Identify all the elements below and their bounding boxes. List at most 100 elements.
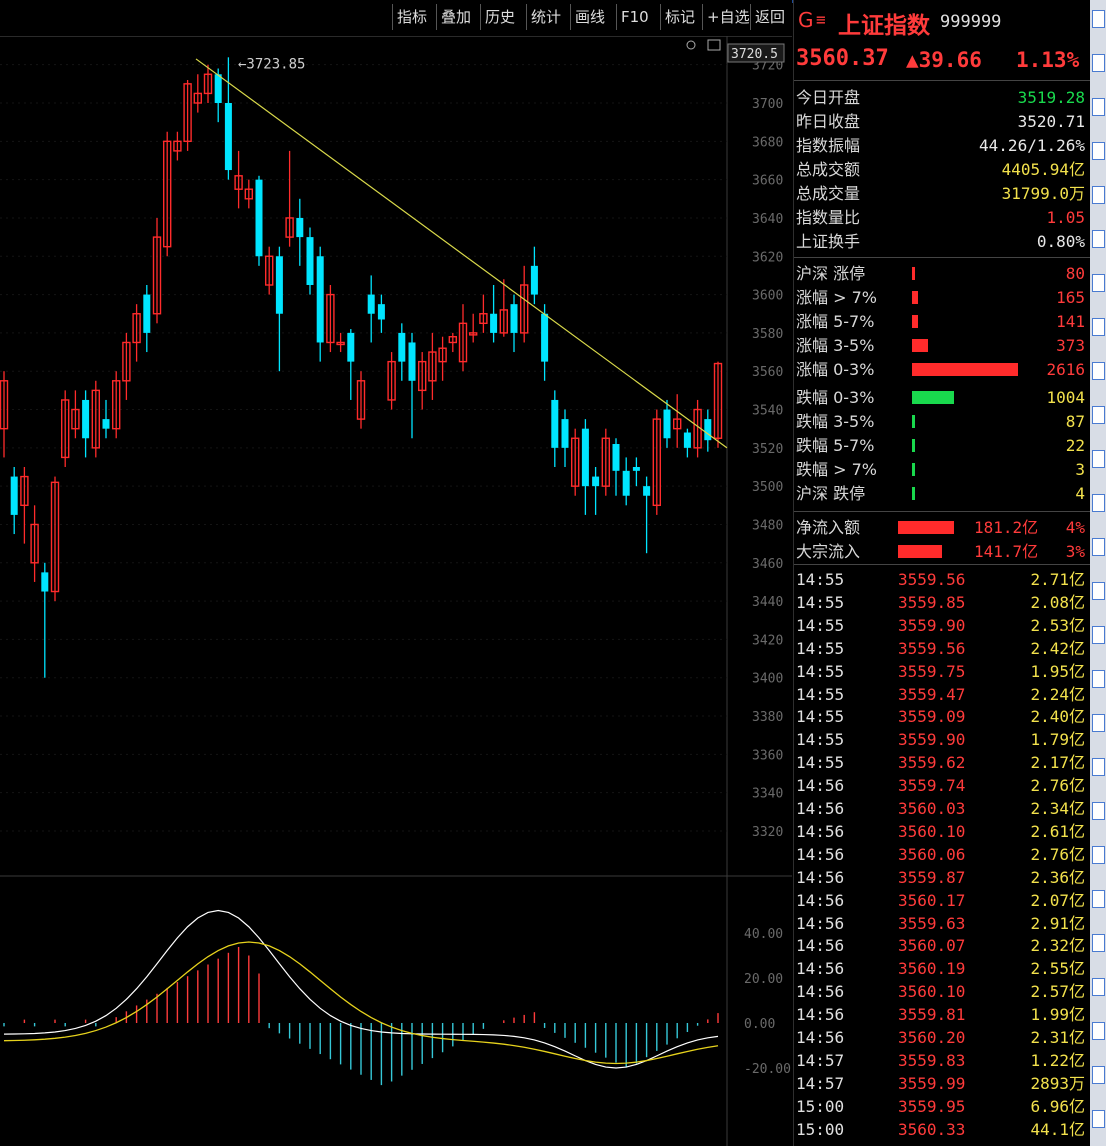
tick-row: 14:55 3559.47 2.24亿 <box>794 683 1091 706</box>
tick-price: 3560.19 <box>898 959 966 979</box>
candle-body <box>143 294 151 333</box>
tick-volume: 1.99亿 <box>1030 1005 1085 1025</box>
breadth-row: 涨幅 5-7% 141 <box>794 310 1091 333</box>
tick-price: 3559.87 <box>898 867 966 887</box>
tick-volume: 2.71亿 <box>1030 570 1085 589</box>
toolbar-button-2[interactable]: 历史 <box>480 4 519 30</box>
sidebar-tool-icon[interactable] <box>1092 54 1105 72</box>
breadth-row: 沪深 涨停 80 <box>794 262 1091 285</box>
sidebar-tool-icon[interactable] <box>1092 274 1105 292</box>
sidebar-tool-icon[interactable] <box>1092 1110 1105 1128</box>
sidebar-tool-icon[interactable] <box>1092 318 1105 336</box>
stat-row: 上证换手 0.80% <box>794 230 1091 253</box>
tick-volume: 2.91亿 <box>1030 913 1085 933</box>
tick-price: 3559.95 <box>898 1096 966 1116</box>
tick-price: 3559.56 <box>898 638 966 658</box>
kline-chart[interactable]: 3720370036803660364036203600358035603540… <box>0 36 792 1146</box>
tick-row: 14:56 3559.63 2.91亿 <box>794 912 1091 935</box>
flow-bar <box>898 545 942 558</box>
sidebar-tool-icon[interactable] <box>1092 10 1105 28</box>
tick-row: 14:56 3560.10 2.61亿 <box>794 820 1091 843</box>
y-tick-label: 3500 <box>752 480 783 495</box>
sidebar-tool-icon[interactable] <box>1092 450 1105 468</box>
tick-volume: 2.17亿 <box>1030 753 1085 773</box>
tick-price: 3560.10 <box>898 982 966 1002</box>
breadth-value: 87 <box>1065 412 1085 431</box>
tick-volume: 2.61亿 <box>1030 821 1085 841</box>
tick-row: 14:56 3560.17 2.07亿 <box>794 889 1091 912</box>
y-tick-label: 3460 <box>752 557 783 572</box>
menu-icon[interactable]: ≡ <box>816 10 826 29</box>
sidebar-tool-icon[interactable] <box>1092 714 1105 732</box>
sidebar-tool-icon[interactable] <box>1092 538 1105 556</box>
sidebar-tool-icon[interactable] <box>1092 934 1105 952</box>
price-change: ▲39.66 <box>906 48 982 72</box>
y-tick-label: 3340 <box>752 787 783 802</box>
tick-row: 15:00 3559.95 6.96亿 <box>794 1095 1091 1118</box>
high-price-label: ←3723.85 <box>238 57 305 73</box>
toolbar-button-6[interactable]: 标记 <box>660 4 699 30</box>
macd-tick-label: -20.00 <box>744 1062 791 1077</box>
toolbar-button-8[interactable]: 返回 <box>750 4 789 30</box>
breadth-row: 沪深 跌停 4 <box>794 482 1091 505</box>
sidebar-tool-icon[interactable] <box>1092 98 1105 116</box>
tick-time: 14:56 <box>796 867 845 887</box>
sidebar-tool-icon[interactable] <box>1092 186 1105 204</box>
stat-label: 指数量比 <box>796 208 861 227</box>
breadth-value: 1004 <box>1046 388 1085 407</box>
breadth-value: 4 <box>1075 484 1085 503</box>
sidebar-tool-icon[interactable] <box>1092 978 1105 996</box>
stat-value: 31799.0万 <box>1001 184 1085 203</box>
tick-volume: 2.40亿 <box>1030 707 1085 727</box>
candle-body <box>632 467 640 471</box>
stat-value: 0.80% <box>1036 232 1085 251</box>
sidebar-tool-icon[interactable] <box>1092 230 1105 248</box>
tick-price: 3559.62 <box>898 753 966 773</box>
sidebar-tool-icon[interactable] <box>1092 758 1105 776</box>
tick-row: 14:55 3559.75 1.95亿 <box>794 660 1091 683</box>
candle-body <box>541 313 549 362</box>
breadth-label: 跌幅 3-5% <box>796 412 875 431</box>
sidebar-tool-icon[interactable] <box>1092 142 1105 160</box>
sidebar-tool-icon[interactable] <box>1092 406 1105 424</box>
toolbar-button-5[interactable]: F10 <box>616 4 653 30</box>
sidebar-tool-icon[interactable] <box>1092 890 1105 908</box>
breadth-bar <box>912 315 918 328</box>
tick-row: 14:55 3559.85 2.08亿 <box>794 591 1091 614</box>
breadth-bar <box>912 439 915 452</box>
tick-price: 3559.56 <box>898 570 966 589</box>
tick-volume: 1.95亿 <box>1030 661 1085 681</box>
y-tick-label: 3520 <box>752 442 783 457</box>
breadth-row: 涨幅 0-3% 2616 <box>794 358 1091 381</box>
tick-volume: 2.36亿 <box>1030 867 1085 887</box>
tick-volume: 2.55亿 <box>1030 959 1085 979</box>
candle-body <box>224 103 232 171</box>
sidebar-tool-icon[interactable] <box>1092 362 1105 380</box>
tick-volume: 1.79亿 <box>1030 730 1085 750</box>
sidebar-tool-icon[interactable] <box>1092 626 1105 644</box>
sidebar-tool-icon[interactable] <box>1092 846 1105 864</box>
tick-row: 14:56 3559.81 1.99亿 <box>794 1003 1091 1026</box>
tick-row: 14:56 3560.10 2.57亿 <box>794 980 1091 1003</box>
toolbar-button-7[interactable]: +自选 <box>702 4 754 30</box>
sidebar-tool-icon[interactable] <box>1092 494 1105 512</box>
tick-time: 14:55 <box>796 570 845 589</box>
toolbar-button-1[interactable]: 叠加 <box>436 4 475 30</box>
sidebar-tool-icon[interactable] <box>1092 670 1105 688</box>
tick-volume: 2.31亿 <box>1030 1028 1085 1047</box>
toolbar-button-3[interactable]: 统计 <box>526 4 565 30</box>
breadth-value: 2616 <box>1046 360 1085 379</box>
breadth-label: 涨幅 3-5% <box>796 336 875 355</box>
sidebar-tool-icon[interactable] <box>1092 1022 1105 1040</box>
divider <box>794 511 1091 512</box>
toolbar-button-0[interactable]: 指标 <box>392 4 431 30</box>
breadth-label: 涨幅 5-7% <box>796 312 875 331</box>
toolbar-button-4[interactable]: 画线 <box>570 4 609 30</box>
y-tick-label: 3620 <box>752 250 783 265</box>
sidebar-tool-icon[interactable] <box>1092 1066 1105 1084</box>
breadth-row: 涨幅 > 7% 165 <box>794 286 1091 309</box>
sidebar-tool-icon[interactable] <box>1092 802 1105 820</box>
sidebar-tool-icon[interactable] <box>1092 582 1105 600</box>
breadth-label: 跌幅 0-3% <box>796 388 875 407</box>
candle-body <box>306 237 314 285</box>
